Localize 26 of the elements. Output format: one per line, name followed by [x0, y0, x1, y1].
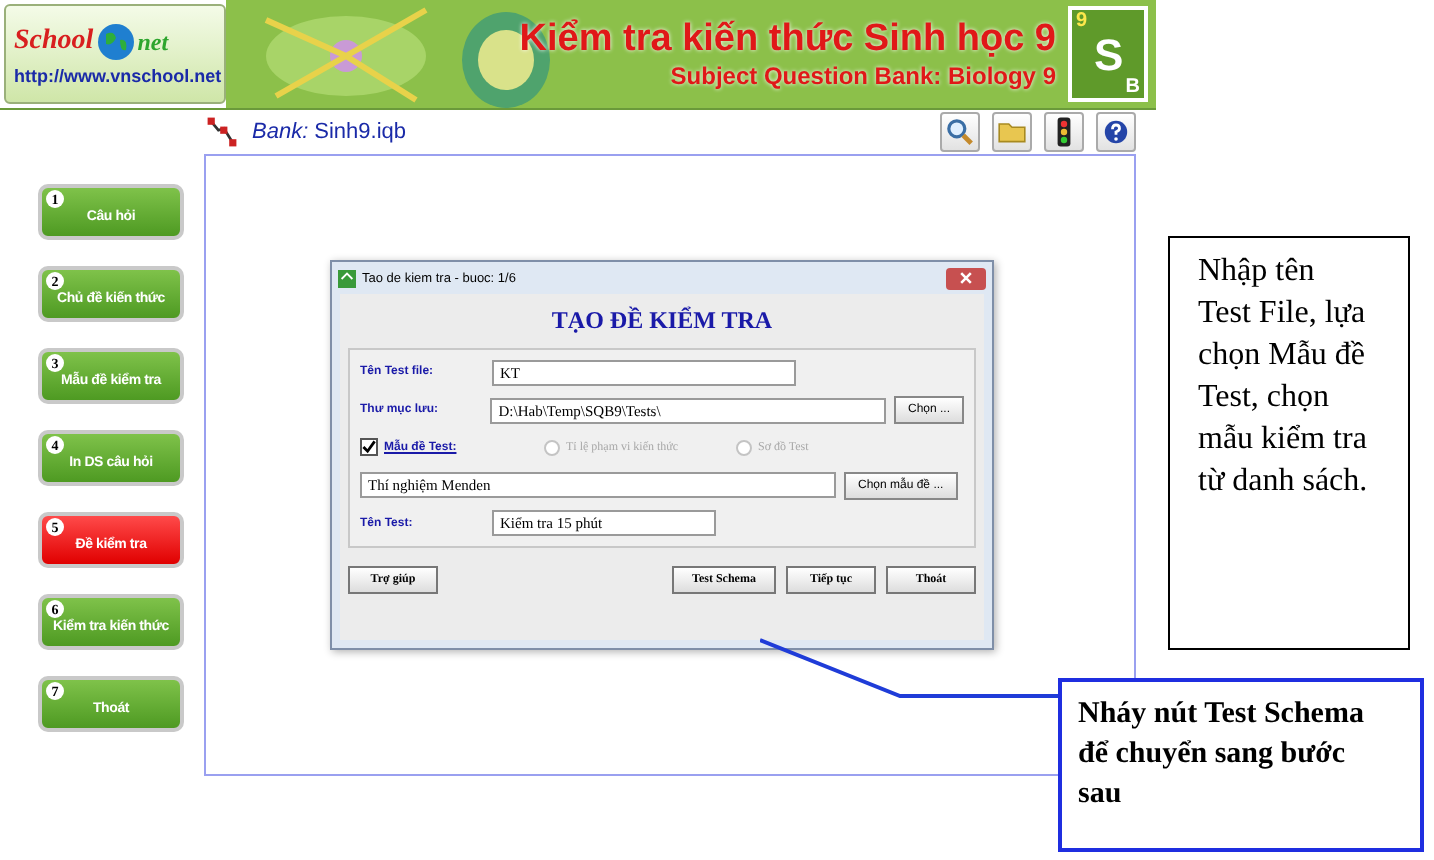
bank-label: Bank: — [252, 120, 309, 144]
close-button[interactable] — [946, 267, 986, 289]
logo-text: net — [137, 27, 169, 57]
tree-icon[interactable] — [204, 114, 240, 150]
search-button[interactable] — [940, 112, 980, 152]
callout-box: Nháy nút Test Schema để chuyển sang bước sau — [1058, 678, 1424, 852]
banner-subtitle: Subject Question Bank: Biology 9 — [670, 62, 1056, 90]
banner-title: Kiểm tra kiến thức Sinh học 9 — [519, 18, 1056, 62]
help-button[interactable] — [1096, 112, 1136, 152]
badge-letter: S — [1094, 30, 1124, 82]
logo-text: School — [14, 26, 94, 58]
globe-icon — [95, 22, 136, 62]
checkbox[interactable] — [360, 438, 378, 457]
app-icon — [338, 269, 356, 287]
note-box: Nhập tên Test File, lựa chọn Mẫu đề Test, chọn mẫu kiểm tra từ danh sách. — [1168, 236, 1410, 650]
traffic-light-button[interactable] — [1044, 112, 1084, 152]
search-icon — [944, 116, 976, 148]
bank-file-name: Sinh9.iqb — [314, 120, 407, 144]
site-logo[interactable]: School net http://www.vnschool.net — [4, 4, 226, 104]
folder-button[interactable] — [992, 112, 1032, 152]
help-icon — [1102, 118, 1130, 146]
dialog-heading: TẠO ĐỀ KIỂM TRA — [551, 306, 773, 336]
close-icon — [958, 270, 974, 286]
badge-number: 9 — [1076, 10, 1088, 32]
badge-corner-letter: B — [1125, 76, 1140, 98]
site-url[interactable]: http://www.vnschool.net — [14, 66, 222, 86]
